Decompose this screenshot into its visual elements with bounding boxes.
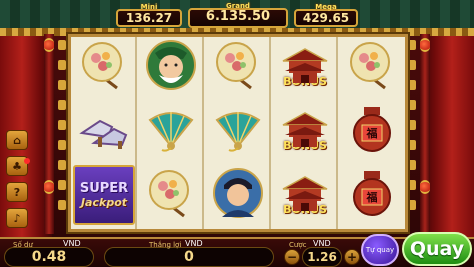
left-pillar — [44, 34, 54, 234]
lantern-icon — [44, 180, 54, 194]
bet-panel: Cược VND 1.26 — [289, 240, 342, 267]
auto-spin-label: Tự quay — [365, 246, 395, 254]
spin-label: Quay — [409, 238, 465, 260]
rose-fan-icon — [79, 40, 129, 94]
symbol-rose-fan — [140, 165, 202, 225]
symbol-wine-jar: 福 — [341, 165, 403, 225]
bet-increase-button[interactable]: + — [344, 249, 360, 265]
game-stage: Mini 136.27 Grand 6.135.50 Mega 429.65 B… — [0, 0, 474, 267]
jackpot-mini-value: 136.27 — [125, 11, 173, 25]
home-icon: ⌂ — [13, 133, 21, 147]
payline-marker — [58, 40, 66, 50]
jackpot-plaque: Mini 136.27 Grand 6.135.50 Mega 429.65 — [116, 1, 358, 29]
sound-button[interactable]: ♪ — [6, 208, 28, 228]
bet-label: Cược — [289, 241, 307, 249]
payline-marker — [408, 160, 416, 170]
symbol-grandpa — [140, 37, 202, 97]
balance-value: 0.48 — [31, 249, 67, 265]
symbol-super-jackpot: SUPER Jackpot — [73, 165, 135, 225]
symbol-rose-fan — [341, 37, 403, 97]
spin-button[interactable]: Quay — [402, 232, 472, 266]
symbol-temple-bonus: BONUS — [274, 37, 336, 97]
sound-icon: ♪ — [13, 211, 21, 225]
jackpot-grand-value: 6.135.50 — [205, 9, 271, 24]
symbol-temple-bonus: BONUS — [274, 165, 336, 225]
super-label: SUPER — [79, 181, 129, 196]
jackpot-mini-tag: Mini — [140, 3, 158, 11]
minus-icon: − — [286, 250, 298, 264]
jackpot-grand-tag: Grand — [226, 2, 250, 10]
lantern-icon — [420, 180, 430, 194]
bet-value: 1.26 — [307, 250, 337, 264]
plus-icon: + — [346, 250, 358, 264]
payline-marker — [408, 60, 416, 70]
jackpot-mini: Mini 136.27 — [116, 3, 182, 27]
right-pillar — [420, 34, 430, 234]
bet-decrease-button[interactable]: − — [284, 249, 300, 265]
payline-marker — [408, 140, 416, 150]
payline-marker — [408, 120, 416, 130]
jackpot-mega-value: 429.65 — [302, 11, 350, 25]
symbol-rose-fan — [207, 37, 269, 97]
slot-reels: BONUSBONUS福SUPERJackpotBONUS福 — [68, 34, 408, 232]
win-label: Thắng lợi — [149, 241, 182, 249]
jackpot-grand: Grand 6.135.50 — [188, 2, 288, 28]
lantern-icon — [420, 38, 430, 52]
cup-icon: ♣ — [12, 159, 22, 173]
home-button[interactable]: ⌂ — [6, 130, 28, 150]
symbol-young-man — [207, 165, 269, 225]
bet-unit: VND — [313, 239, 331, 248]
jackpot-label: Jackpot — [80, 196, 128, 209]
win-panel: Thắng lợi VND 0 — [104, 240, 274, 267]
payline-marker — [408, 180, 416, 190]
auto-spin-button[interactable]: Tự quay — [361, 234, 399, 266]
balance-panel: Số dư VND 0.48 — [4, 240, 94, 267]
rose-fan-icon — [213, 40, 263, 94]
symbol-wine-jar: 福 — [341, 101, 403, 161]
jar-character: 福 — [366, 191, 378, 204]
balance-unit: VND — [63, 239, 81, 248]
jar-character: 福 — [366, 127, 378, 140]
shoes-icon — [78, 107, 130, 155]
payline-marker — [408, 200, 416, 210]
help-button[interactable]: ? — [6, 182, 28, 202]
symbol-jade-fan — [140, 101, 202, 161]
payline-marker — [58, 120, 66, 130]
payline-marker — [58, 200, 66, 210]
win-unit: VND — [185, 239, 203, 248]
grandpa-icon — [145, 39, 197, 95]
lantern-icon — [44, 38, 54, 52]
payline-marker — [58, 160, 66, 170]
payline-marker — [58, 60, 66, 70]
payline-marker — [58, 180, 66, 190]
payline-marker — [58, 80, 66, 90]
rose-fan-icon — [146, 168, 196, 222]
payline-marker — [58, 100, 66, 110]
temple-bonus-icon — [277, 111, 333, 153]
balance-label: Số dư — [13, 241, 33, 249]
temple-bonus-icon — [277, 47, 333, 89]
payline-marker — [58, 140, 66, 150]
jackpot-mega-tag: Mega — [315, 3, 337, 11]
jackpot-mega: Mega 429.65 — [294, 3, 358, 27]
win-value: 0 — [184, 249, 194, 265]
payline-marker — [408, 100, 416, 110]
payline-marker — [408, 40, 416, 50]
notification-dot — [24, 158, 30, 164]
temple-bonus-icon — [277, 175, 333, 217]
symbol-rose-fan — [73, 37, 135, 97]
help-icon: ? — [13, 185, 21, 199]
symbol-temple-bonus: BONUS — [274, 101, 336, 161]
jade-fan-icon — [211, 106, 265, 156]
jade-fan-icon — [144, 106, 198, 156]
payline-marker — [408, 80, 416, 90]
young-man-icon — [212, 167, 264, 223]
symbol-shoes — [73, 101, 135, 161]
symbol-jade-fan — [207, 101, 269, 161]
rose-fan-icon — [347, 40, 397, 94]
